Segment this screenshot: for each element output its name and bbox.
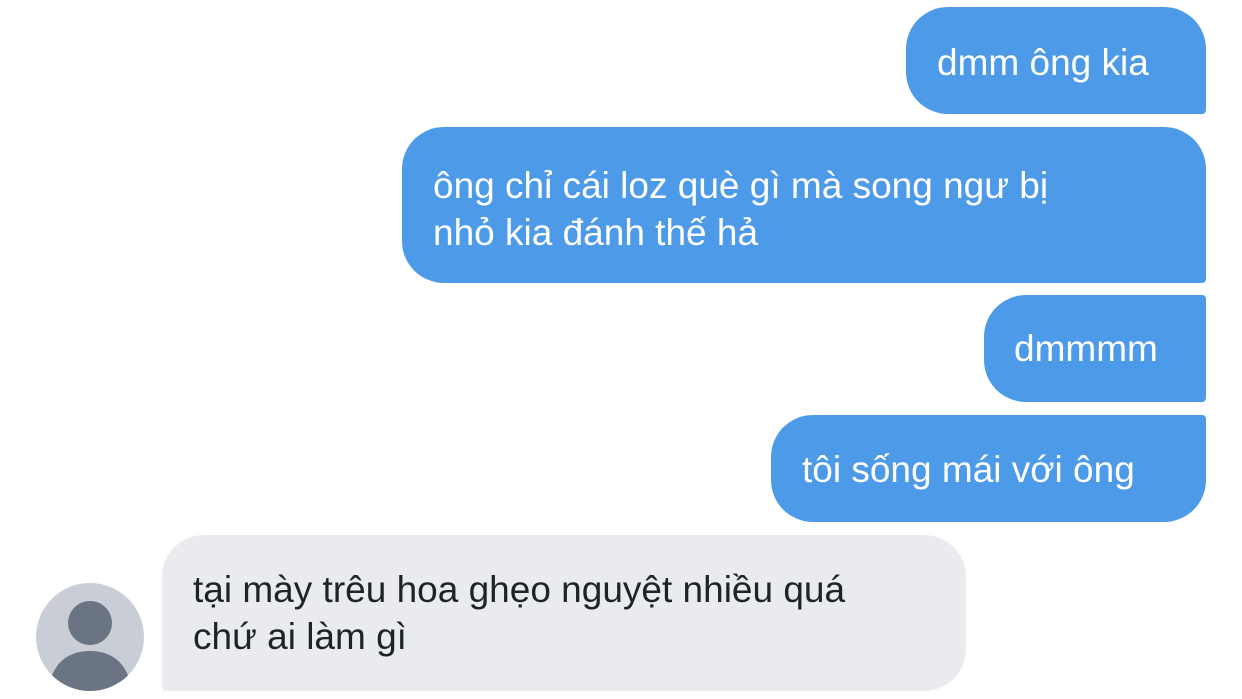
message-bubble-sent[interactable]: tôi sống mái với ông (771, 415, 1206, 522)
default-user-icon (48, 601, 132, 691)
message-bubble-sent[interactable]: ông chỉ cái loz què gì mà song ngư bị nh… (402, 127, 1206, 283)
message-bubble-received[interactable]: tại mày trêu hoa ghẹo nguyệt nhiều quá c… (162, 535, 966, 691)
avatar[interactable] (36, 583, 144, 691)
message-bubble-sent[interactable]: dmm ông kia (906, 7, 1206, 114)
message-bubble-sent[interactable]: dmmmm (984, 295, 1206, 402)
